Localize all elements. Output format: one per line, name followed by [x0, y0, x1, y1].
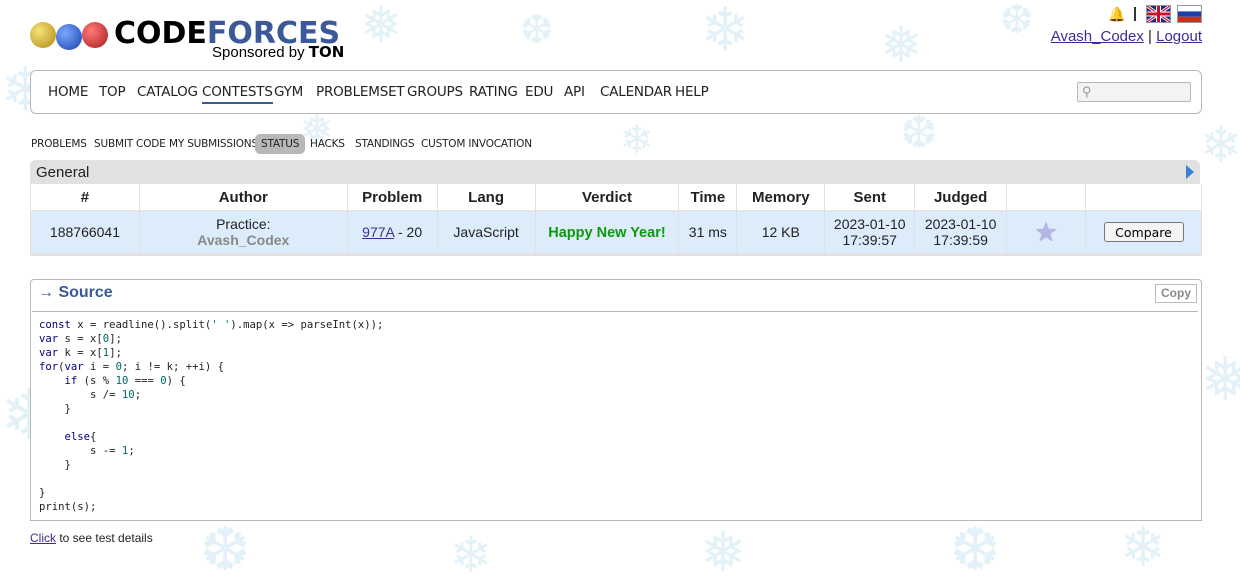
- test-details-note: Click to see test details: [30, 531, 153, 545]
- col-header-favourite: [1006, 184, 1086, 211]
- test-details-link[interactable]: Click: [30, 531, 56, 545]
- ornament-ball-icon: [56, 24, 82, 50]
- menu-item-home[interactable]: HOME: [48, 84, 88, 100]
- sent-date: 2023-01-10: [833, 216, 906, 232]
- submenu-standings[interactable]: STANDINGS: [355, 138, 415, 158]
- compare-cell: Compare: [1085, 210, 1202, 256]
- ornament-ball-icon: [30, 22, 56, 48]
- search-icon: ⚲: [1082, 84, 1092, 99]
- col-header-sent: Sent: [824, 184, 915, 211]
- favourite-cell: ★: [1006, 210, 1086, 256]
- menu-item-api[interactable]: API: [564, 84, 585, 100]
- submenu-problems[interactable]: PROBLEMS: [31, 138, 87, 158]
- menu-item-contests[interactable]: CONTESTS: [202, 84, 273, 104]
- test-details-text: to see test details: [56, 531, 153, 545]
- menu-item-groups[interactable]: GROUPS: [407, 84, 463, 100]
- verdict-text: Happy New Year!: [548, 224, 666, 241]
- table-row: 188766041 Practice: Avash_Codex 977A - 2…: [30, 210, 1202, 256]
- general-header: General: [30, 160, 1200, 184]
- sent-time: 17:39:57: [842, 232, 897, 248]
- logout-link[interactable]: Logout: [1156, 28, 1202, 45]
- col-header-author: Author: [138, 184, 348, 211]
- author-cell: Practice: Avash_Codex: [138, 210, 348, 256]
- col-header-problem: Problem: [346, 184, 438, 211]
- user-profile-link[interactable]: Avash_Codex: [1051, 28, 1144, 45]
- bell-icon[interactable]: 🔔: [1108, 6, 1125, 22]
- star-icon[interactable]: ★: [1034, 217, 1057, 247]
- memory-cell: 12 KB: [736, 210, 825, 256]
- col-header-lang: Lang: [436, 184, 536, 211]
- general-title: General: [36, 164, 90, 181]
- user-links: Avash_Codex | Logout: [1051, 28, 1202, 45]
- col-header-judged: Judged: [914, 184, 1007, 211]
- menu-item-calendar[interactable]: CALENDAR: [600, 84, 672, 100]
- time-cell: 31 ms: [678, 210, 737, 256]
- sponsor-line: Sponsored by TON: [212, 43, 345, 61]
- menu-item-gym[interactable]: GYM: [274, 84, 303, 100]
- search-input[interactable]: ⚲: [1077, 82, 1191, 102]
- col-header-id: #: [30, 184, 140, 211]
- source-title: → Source: [38, 284, 113, 301]
- menu-item-top[interactable]: TOP: [99, 84, 126, 100]
- divider: [1134, 7, 1136, 21]
- menu-item-rating[interactable]: RATING: [469, 84, 518, 100]
- main-menu: HOME TOP CATALOG CONTESTS GYM PROBLEMSET…: [30, 70, 1202, 114]
- lang-cell: JavaScript: [436, 210, 536, 256]
- language-switcher: 🔔: [1051, 4, 1202, 24]
- submenu-custom-invocation[interactable]: CUSTOM INVOCATION: [421, 138, 532, 158]
- col-header-memory: Memory: [736, 184, 825, 211]
- verdict-cell: Happy New Year!: [534, 210, 679, 256]
- problem-cell: 977A - 20: [346, 210, 438, 256]
- judged-date: 2023-01-10: [924, 216, 997, 232]
- problem-suffix: - 20: [394, 224, 423, 240]
- submission-table: # Author Problem Lang Verdict Time Memor…: [30, 184, 1202, 256]
- col-header-verdict: Verdict: [534, 184, 679, 211]
- author-prefix: Practice:: [216, 216, 271, 232]
- col-header-compare: [1085, 184, 1202, 211]
- russia-flag-icon[interactable]: [1177, 5, 1202, 23]
- codeforces-logo[interactable]: CODEFORCES Sponsored by TON: [30, 14, 350, 64]
- menu-item-problemset[interactable]: PROBLEMSET: [316, 84, 405, 100]
- copy-button[interactable]: Copy: [1155, 284, 1197, 303]
- menu-item-edu[interactable]: EDU: [525, 84, 553, 100]
- submenu-status[interactable]: STATUS: [255, 134, 306, 154]
- code-block: const x = readline().split(' ').map(x =>…: [39, 319, 384, 513]
- user-area: 🔔 Avash_Codex | Logout: [1051, 4, 1202, 45]
- problem-link[interactable]: 977A: [362, 224, 394, 240]
- sent-cell: 2023-01-10 17:39:57: [824, 210, 915, 256]
- submenu-submit-code[interactable]: SUBMIT CODE: [94, 138, 166, 158]
- expand-arrow-icon[interactable]: [1186, 165, 1194, 179]
- col-header-time: Time: [678, 184, 737, 211]
- table-header-row: # Author Problem Lang Verdict Time Memor…: [30, 184, 1202, 211]
- source-code[interactable]: const x = readline().split(' ').map(x =>…: [32, 311, 1198, 519]
- submenu-my-submissions[interactable]: MY SUBMISSIONS: [169, 138, 258, 158]
- submission-id[interactable]: 188766041: [30, 210, 140, 256]
- menu-item-catalog[interactable]: CATALOG: [137, 84, 198, 100]
- ornament-ball-icon: [82, 22, 108, 48]
- uk-flag-icon[interactable]: [1146, 5, 1171, 23]
- submenu-hacks[interactable]: HACKS: [310, 138, 345, 158]
- source-panel: → Source Copy const x = readline().split…: [30, 279, 1202, 521]
- compare-button[interactable]: Compare: [1103, 222, 1184, 242]
- judged-time: 17:39:59: [933, 232, 988, 248]
- judged-cell: 2023-01-10 17:39:59: [914, 210, 1007, 256]
- menu-item-help[interactable]: HELP: [675, 84, 709, 100]
- user-separator: |: [1148, 28, 1152, 45]
- author-name[interactable]: Avash_Codex: [140, 232, 347, 248]
